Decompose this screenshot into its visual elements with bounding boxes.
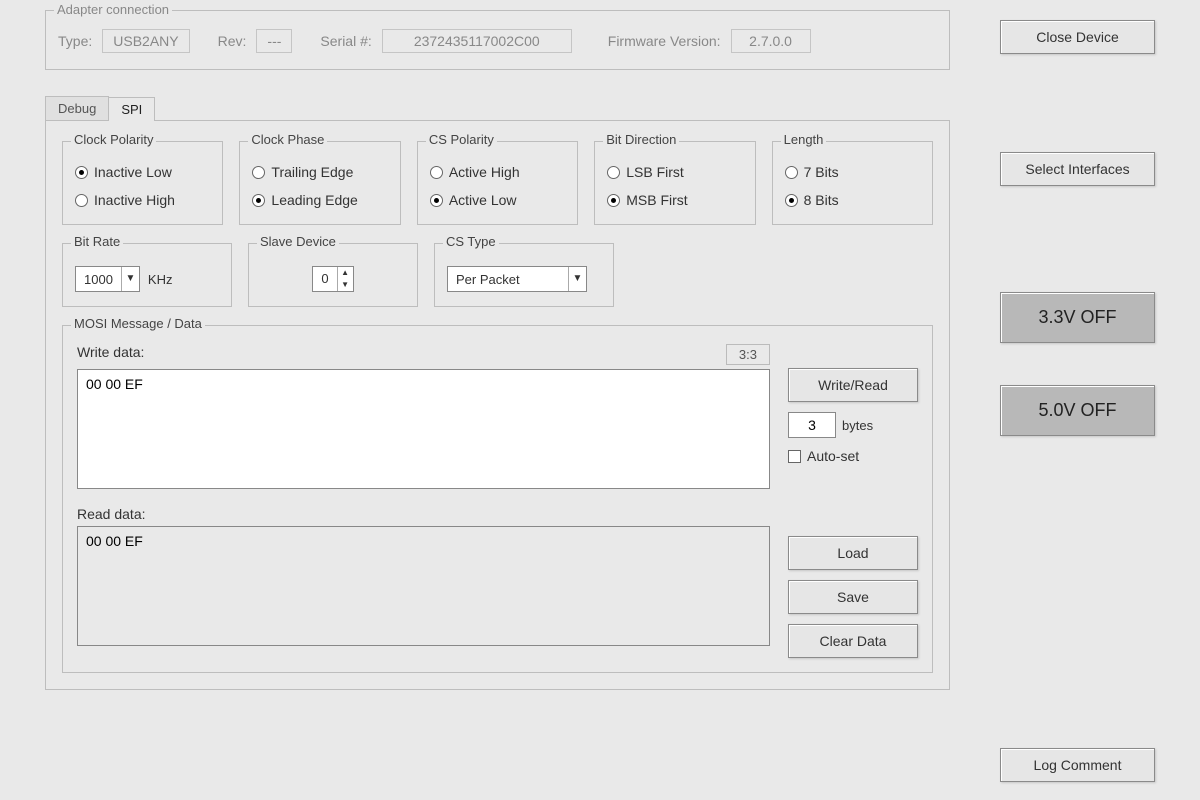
chevron-down-icon[interactable]: ▼	[121, 267, 139, 291]
radio-dot-icon	[75, 194, 88, 207]
bit-direction-title: Bit Direction	[603, 132, 679, 147]
bit-rate-combo[interactable]: 1000 ▼	[75, 266, 140, 292]
save-button[interactable]: Save	[788, 580, 918, 614]
cs-polarity-title: CS Polarity	[426, 132, 497, 147]
radio-dot-icon	[785, 166, 798, 179]
radio-dot-icon	[252, 194, 265, 207]
adapter-type-label: Type:	[58, 33, 92, 49]
radio-dot-icon	[252, 166, 265, 179]
chevron-down-icon[interactable]: ▼	[568, 267, 586, 291]
radio-dot-icon	[607, 166, 620, 179]
radio-dot-icon	[785, 194, 798, 207]
auto-set-checkbox[interactable]: Auto-set	[788, 448, 918, 464]
tab-spi[interactable]: SPI	[108, 97, 155, 121]
spinner-down-icon[interactable]: ▼	[338, 279, 353, 291]
cs-polarity-active-high[interactable]: Active High	[430, 158, 565, 186]
write-data-label: Write data:	[77, 344, 144, 360]
mosi-title: MOSI Message / Data	[71, 316, 205, 331]
adapter-fw-value: 2.7.0.0	[731, 29, 811, 53]
radio-dot-icon	[430, 194, 443, 207]
clock-phase-trailing[interactable]: Trailing Edge	[252, 158, 387, 186]
mosi-group: MOSI Message / Data Write data: 3:3 Read…	[62, 325, 933, 673]
log-comment-button[interactable]: Log Comment	[1000, 748, 1155, 782]
volt-5v0-button[interactable]: 5.0V OFF	[1000, 385, 1155, 436]
adapter-rev-label: Rev:	[218, 33, 247, 49]
bit-rate-value: 1000	[76, 270, 121, 289]
clear-data-button[interactable]: Clear Data	[788, 624, 918, 658]
clock-polarity-inactive-low[interactable]: Inactive Low	[75, 158, 210, 186]
checkbox-icon	[788, 450, 801, 463]
adapter-serial-value: 2372435117002C00	[382, 29, 572, 53]
cs-type-group: CS Type Per Packet ▼	[434, 243, 614, 307]
clock-phase-leading[interactable]: Leading Edge	[252, 186, 387, 214]
bit-rate-title: Bit Rate	[71, 234, 123, 249]
read-data-output	[77, 526, 770, 646]
length-8bits[interactable]: 8 Bits	[785, 186, 920, 214]
write-data-input[interactable]	[77, 369, 770, 489]
tab-strip: Debug SPI	[45, 96, 1155, 120]
adapter-fw-label: Firmware Version:	[608, 33, 721, 49]
cs-type-combo[interactable]: Per Packet ▼	[447, 266, 587, 292]
clock-phase-group: Clock Phase Trailing Edge Leading Edge	[239, 141, 400, 225]
close-device-button[interactable]: Close Device	[1000, 20, 1155, 54]
radio-dot-icon	[430, 166, 443, 179]
cs-type-value: Per Packet	[448, 270, 568, 289]
tab-debug[interactable]: Debug	[45, 96, 109, 120]
radio-dot-icon	[607, 194, 620, 207]
bit-direction-lsb[interactable]: LSB First	[607, 158, 742, 186]
clock-polarity-inactive-high[interactable]: Inactive High	[75, 186, 210, 214]
bytes-label: bytes	[842, 418, 873, 433]
write-read-button[interactable]: Write/Read	[788, 368, 918, 402]
cs-type-title: CS Type	[443, 234, 499, 249]
slave-device-value: 0	[313, 267, 336, 291]
adapter-serial-label: Serial #:	[320, 33, 371, 49]
cs-polarity-group: CS Polarity Active High Active Low	[417, 141, 578, 225]
length-7bits[interactable]: 7 Bits	[785, 158, 920, 186]
slave-device-spinner[interactable]: 0 ▲▼	[312, 266, 353, 292]
bytes-input[interactable]	[788, 412, 836, 438]
clock-phase-title: Clock Phase	[248, 132, 327, 147]
spinner-up-icon[interactable]: ▲	[338, 267, 353, 279]
bit-rate-group: Bit Rate 1000 ▼ KHz	[62, 243, 232, 307]
bit-direction-msb[interactable]: MSB First	[607, 186, 742, 214]
adapter-group-label: Adapter connection	[54, 2, 172, 17]
volt-3v3-button[interactable]: 3.3V OFF	[1000, 292, 1155, 343]
read-data-label: Read data:	[77, 506, 770, 522]
write-data-counter: 3:3	[726, 344, 770, 365]
slave-device-group: Slave Device 0 ▲▼	[248, 243, 418, 307]
adapter-rev-value: ---	[256, 29, 292, 53]
bit-direction-group: Bit Direction LSB First MSB First	[594, 141, 755, 225]
bit-rate-unit: KHz	[148, 272, 173, 287]
adapter-type-value: USB2ANY	[102, 29, 189, 53]
spi-tab-panel: Clock Polarity Inactive Low Inactive Hig…	[45, 120, 950, 690]
clock-polarity-group: Clock Polarity Inactive Low Inactive Hig…	[62, 141, 223, 225]
length-title: Length	[781, 132, 827, 147]
adapter-connection-group: Adapter connection Type: USB2ANY Rev: --…	[45, 10, 950, 70]
cs-polarity-active-low[interactable]: Active Low	[430, 186, 565, 214]
clock-polarity-title: Clock Polarity	[71, 132, 156, 147]
select-interfaces-button[interactable]: Select Interfaces	[1000, 152, 1155, 186]
load-button[interactable]: Load	[788, 536, 918, 570]
radio-dot-icon	[75, 166, 88, 179]
length-group: Length 7 Bits 8 Bits	[772, 141, 933, 225]
slave-device-title: Slave Device	[257, 234, 339, 249]
